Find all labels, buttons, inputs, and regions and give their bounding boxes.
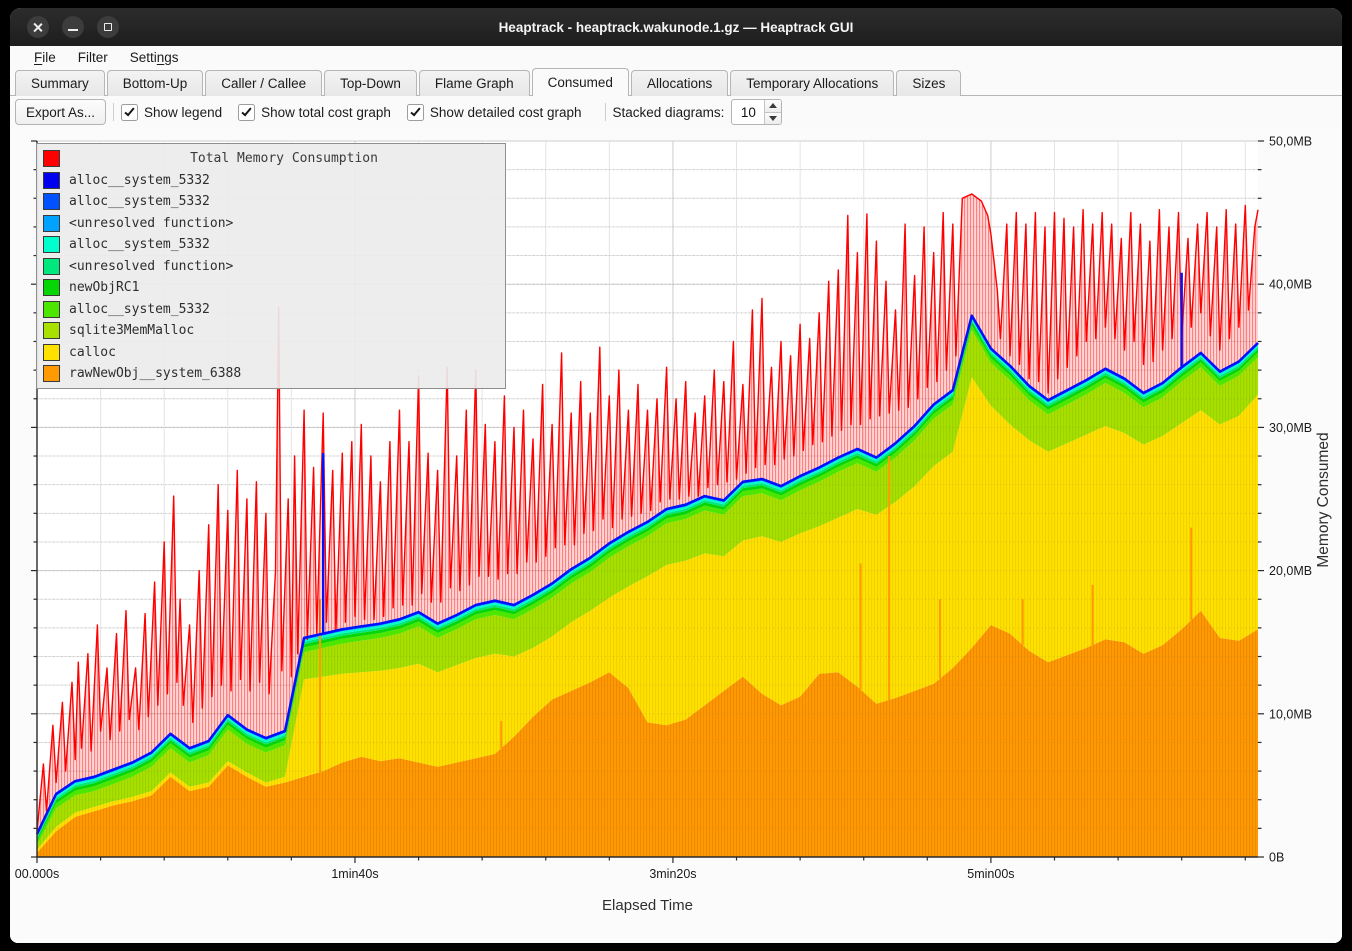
legend-item: alloc__system_5332 <box>43 299 499 319</box>
tab-summary[interactable]: Summary <box>15 70 105 96</box>
legend-item: <unresolved function> <box>43 213 499 233</box>
close-icon <box>33 22 43 32</box>
legend-label: alloc__system_5332 <box>69 302 210 317</box>
legend-swatch <box>43 150 60 167</box>
toolbar: Export As... Show legend Show total cost … <box>10 96 1342 128</box>
legend-label: calloc <box>69 345 116 360</box>
legend-swatch <box>43 172 60 189</box>
legend-item: alloc__system_5332 <box>43 235 499 255</box>
down-arrow-icon <box>769 116 777 121</box>
checkmark-icon <box>410 105 420 116</box>
legend-swatch <box>43 215 60 232</box>
legend-label: sqlite3MemMalloc <box>69 323 194 338</box>
up-arrow-icon <box>769 103 777 108</box>
checkbox-box[interactable] <box>407 104 424 121</box>
legend-item: <unresolved function> <box>43 256 499 276</box>
checkbox-box[interactable] <box>238 104 255 121</box>
minimize-icon <box>68 29 78 31</box>
tab-caller-callee[interactable]: Caller / Callee <box>205 70 322 96</box>
legend-label: alloc__system_5332 <box>69 194 210 209</box>
svg-text:1min40s: 1min40s <box>331 867 378 881</box>
app-window: Heaptrack - heaptrack.wakunode.1.gz — He… <box>10 8 1342 943</box>
legend-title-row: Total Memory Consumption <box>43 149 499 169</box>
svg-text:50,0MB: 50,0MB <box>1269 135 1312 149</box>
checkbox-label: Show legend <box>144 105 222 120</box>
svg-text:10,0MB: 10,0MB <box>1269 707 1312 721</box>
legend-label: rawNewObj__system_6388 <box>69 366 241 381</box>
checkbox-show-legend[interactable]: Show legend <box>121 104 222 121</box>
legend-swatch <box>43 258 60 275</box>
toolbar-separator <box>113 103 114 121</box>
window-title: Heaptrack - heaptrack.wakunode.1.gz — He… <box>10 20 1342 35</box>
tab-top-down[interactable]: Top-Down <box>324 70 417 96</box>
svg-text:5min00s: 5min00s <box>967 867 1014 881</box>
maximize-icon <box>104 23 112 31</box>
legend-swatch <box>43 344 60 361</box>
tab-bar: SummaryBottom-UpCaller / CalleeTop-DownF… <box>10 68 1342 96</box>
tab-sizes[interactable]: Sizes <box>896 70 961 96</box>
tab-allocations[interactable]: Allocations <box>631 70 728 96</box>
svg-text:Memory Consumed: Memory Consumed <box>1315 432 1332 567</box>
legend-item: newObjRC1 <box>43 278 499 298</box>
checkbox-label: Show total cost graph <box>261 105 391 120</box>
legend-label: newObjRC1 <box>69 280 139 295</box>
stacked-diagrams-label: Stacked diagrams: <box>613 105 725 120</box>
legend-item: calloc <box>43 342 499 362</box>
spinbox-up-button[interactable] <box>765 100 781 113</box>
tab-bottom-up[interactable]: Bottom-Up <box>107 70 204 96</box>
tab-flame-graph[interactable]: Flame Graph <box>419 70 530 96</box>
svg-text:30,0MB: 30,0MB <box>1269 421 1312 435</box>
legend-item: sqlite3MemMalloc <box>43 321 499 341</box>
checkmark-icon <box>124 105 134 116</box>
svg-text:00.000s: 00.000s <box>15 867 59 881</box>
minimize-button[interactable] <box>62 16 84 38</box>
stacked-diagrams-spinbox[interactable]: 10 <box>731 99 782 125</box>
menu-item-file[interactable]: File <box>23 49 67 66</box>
legend-label: alloc__system_5332 <box>69 237 210 252</box>
svg-text:3min20s: 3min20s <box>649 867 696 881</box>
legend-swatch <box>43 322 60 339</box>
legend-label: <unresolved function> <box>69 259 233 274</box>
svg-text:20,0MB: 20,0MB <box>1269 564 1312 578</box>
legend-label: alloc__system_5332 <box>69 173 210 188</box>
window-controls <box>27 16 119 38</box>
checkbox-label: Show detailed cost graph <box>430 105 582 120</box>
legend-swatch <box>43 279 60 296</box>
legend-swatch <box>43 365 60 382</box>
svg-text:Elapsed Time: Elapsed Time <box>602 897 693 914</box>
legend-item: rawNewObj__system_6388 <box>43 364 499 384</box>
tab-temporary-allocations[interactable]: Temporary Allocations <box>730 70 894 96</box>
legend-swatch <box>43 301 60 318</box>
checkbox-show-total-cost-graph[interactable]: Show total cost graph <box>238 104 391 121</box>
tab-consumed[interactable]: Consumed <box>532 68 629 96</box>
legend-item: alloc__system_5332 <box>43 192 499 212</box>
legend-swatch <box>43 236 60 253</box>
svg-text:40,0MB: 40,0MB <box>1269 278 1312 292</box>
chart-area: 00.000s 1min40s 3min20s 5min00s Elapsed Time… <box>10 128 1342 943</box>
legend-swatch <box>43 193 60 210</box>
checkbox-box[interactable] <box>121 104 138 121</box>
spinbox-down-button[interactable] <box>765 113 781 125</box>
titlebar: Heaptrack - heaptrack.wakunode.1.gz — He… <box>10 8 1342 46</box>
toolbar-separator <box>605 103 606 121</box>
legend-label: Total Memory Consumption <box>69 151 499 166</box>
menu-item-settings[interactable]: Settings <box>119 49 190 66</box>
legend-item: alloc__system_5332 <box>43 170 499 190</box>
menubar: FileFilterSettings <box>10 46 1342 68</box>
maximize-button[interactable] <box>97 16 119 38</box>
chart-legend: Total Memory Consumption alloc__system_53… <box>36 143 506 389</box>
checkmark-icon <box>241 105 251 116</box>
checkbox-show-detailed-cost-graph[interactable]: Show detailed cost graph <box>407 104 582 121</box>
menu-item-filter[interactable]: Filter <box>67 49 119 66</box>
spinbox-value: 10 <box>732 100 764 124</box>
export-as-button[interactable]: Export As... <box>15 99 106 125</box>
close-button[interactable] <box>27 16 49 38</box>
legend-label: <unresolved function> <box>69 216 233 231</box>
svg-text:0B: 0B <box>1269 851 1284 865</box>
